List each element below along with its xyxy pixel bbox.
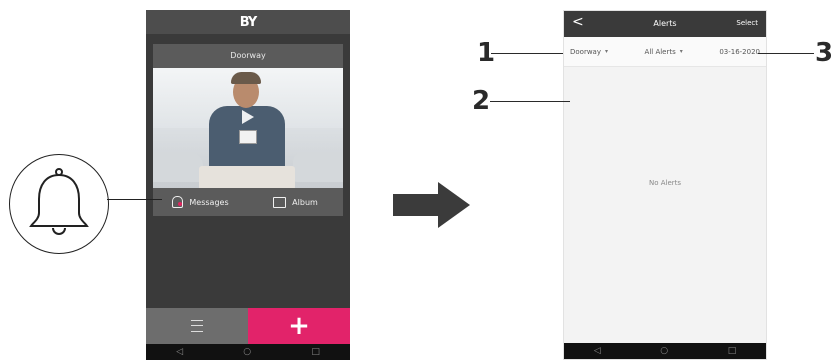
preview-car-left (153, 152, 203, 182)
alerts-screen-phone: < Alerts Select Doorway ▾ All Alerts ▾ 0… (563, 10, 767, 360)
select-button[interactable]: Select (736, 19, 758, 27)
arrow-right-icon (393, 194, 439, 216)
device-filter-value: Doorway (570, 47, 601, 56)
device-filter-dropdown[interactable]: Doorway ▾ (570, 48, 608, 56)
album-label: Album (292, 197, 318, 207)
album-button[interactable]: Album (248, 196, 343, 208)
camera-preview[interactable] (153, 68, 343, 188)
callout-connector (107, 199, 162, 200)
android-nav-bar: ◁ ○ □ (564, 343, 766, 359)
preview-package (199, 166, 295, 188)
home-nav-icon[interactable]: ○ (660, 346, 668, 356)
recents-nav-icon[interactable]: □ (728, 346, 737, 356)
camera-card[interactable]: Doorway Messages Album (153, 44, 343, 216)
date-filter[interactable]: 03-16-2020 (719, 48, 760, 56)
recents-nav-icon[interactable]: □ (311, 347, 320, 357)
list-view-button[interactable] (146, 308, 248, 344)
callout-line-2 (490, 101, 570, 102)
add-device-button[interactable]: + (248, 308, 350, 344)
back-nav-icon[interactable]: ◁ (176, 347, 183, 357)
date-filter-value: 03-16-2020 (719, 47, 760, 56)
chevron-down-icon: ▾ (605, 48, 609, 55)
callout-number-2: 2 (472, 86, 491, 116)
filter-bar: Doorway ▾ All Alerts ▾ 03-16-2020 (564, 37, 766, 67)
notification-dot (178, 202, 182, 206)
arrow-right-icon-head (438, 182, 470, 228)
list-icon (191, 320, 203, 332)
type-filter-value: All Alerts (644, 47, 676, 56)
home-nav-icon[interactable]: ○ (243, 347, 251, 357)
brand-logo: BY (239, 14, 258, 30)
camera-card-title: Doorway (230, 51, 266, 60)
bell-icon (29, 168, 89, 235)
type-filter-dropdown[interactable]: All Alerts ▾ (645, 48, 683, 56)
alerts-header: < Alerts Select (564, 11, 766, 37)
home-screen-phone: BY Doorway Messages Album + ◁ ○ □ (146, 10, 350, 360)
preview-car-right (293, 152, 343, 182)
bell-icon-callout (9, 154, 109, 254)
back-nav-icon[interactable]: ◁ (594, 346, 601, 356)
album-icon (273, 196, 287, 208)
preview-person-cap (231, 72, 261, 84)
app-header: BY (146, 10, 350, 34)
callout-line-1 (491, 53, 563, 54)
messages-button[interactable]: Messages (153, 196, 248, 208)
preview-id-badge (239, 130, 257, 144)
android-nav-bar: ◁ ○ □ (146, 344, 350, 360)
empty-state-text: No Alerts (648, 179, 682, 187)
card-actions: Messages Album (153, 188, 343, 216)
bottom-bar: + (146, 308, 350, 344)
messages-label: Messages (189, 197, 229, 207)
callout-line-3 (758, 53, 814, 54)
chevron-down-icon: ▾ (679, 48, 683, 55)
play-icon[interactable] (242, 110, 254, 124)
callout-number-3: 3 (815, 38, 834, 68)
